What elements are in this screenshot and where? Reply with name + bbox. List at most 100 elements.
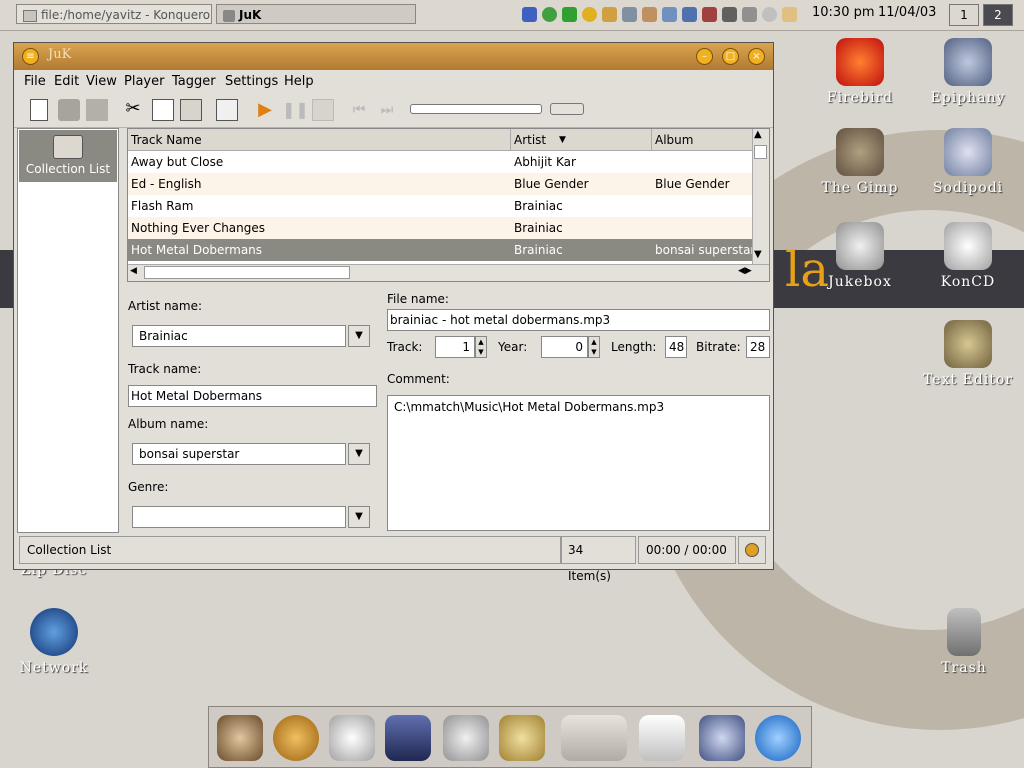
smiley-tray-icon[interactable] (582, 7, 597, 22)
note-tray-icon[interactable] (682, 7, 697, 22)
check-tray-icon[interactable] (562, 7, 577, 22)
eye-tray-icon[interactable] (762, 7, 777, 22)
desktop-icon-koncd[interactable]: KonCD (918, 222, 1018, 290)
spider-icon[interactable] (273, 715, 319, 761)
desktop-icon-jukebox[interactable]: Jukebox (810, 222, 910, 290)
album-dropdown-icon[interactable]: ▼ (348, 443, 370, 465)
menu-tagger[interactable]: Tagger (172, 74, 216, 89)
length-value: 48 (665, 336, 687, 358)
refresh-tray-icon[interactable] (542, 7, 557, 22)
table-row[interactable]: Flash Ram Brainiac (128, 195, 754, 217)
desktop-icon-firebird[interactable]: Firebird (810, 38, 910, 106)
track-position-slider[interactable] (410, 104, 542, 114)
scroll-left-arrow-icon[interactable]: ◀ (130, 266, 137, 276)
stop-icon[interactable] (312, 99, 334, 121)
gear-tray-icon[interactable] (602, 7, 617, 22)
window-menu-icon[interactable]: ≡ (22, 48, 39, 65)
pause-icon[interactable]: ❚❚ (282, 99, 309, 121)
track-spin-arrows-icon[interactable]: ▲ ▼ (475, 336, 487, 358)
paste-icon[interactable] (180, 99, 202, 121)
new-playlist-icon[interactable] (30, 99, 48, 121)
menu-edit[interactable]: Edit (54, 74, 79, 89)
previous-track-icon[interactable]: ⏮ (348, 99, 370, 121)
save-icon[interactable] (86, 99, 108, 121)
monkey-icon[interactable] (217, 715, 263, 761)
clock-time[interactable]: 10:30 pm (812, 5, 875, 20)
package-tray-icon[interactable] (642, 7, 657, 22)
cut-icon[interactable]: ✂ (122, 99, 144, 121)
menu-file[interactable]: File (24, 74, 46, 89)
show-tag-editor-icon[interactable] (216, 99, 238, 121)
taskbar-button-juk[interactable]: JuK (216, 4, 416, 24)
year-spin-arrows-icon[interactable]: ▲ ▼ (588, 336, 600, 358)
desktop-icon-gimp[interactable]: The Gimp (810, 128, 910, 196)
menu-settings[interactable]: Settings (225, 74, 278, 89)
scrollbar-thumb[interactable] (754, 145, 767, 159)
column-header-album[interactable]: Album (652, 129, 754, 151)
copy-icon[interactable] (152, 99, 174, 121)
desktop-icon-epiphany[interactable]: Epiphany (918, 38, 1018, 106)
maximize-button[interactable]: □ (722, 48, 739, 65)
clock-date[interactable]: 11/04/03 (878, 5, 936, 20)
track-name-field[interactable]: Hot Metal Dobermans (128, 385, 377, 407)
table-row[interactable]: Ed - English Blue Gender Blue Gender (128, 173, 754, 195)
menu-help[interactable]: Help (284, 74, 314, 89)
minimize-button[interactable]: – (696, 48, 713, 65)
open-folder-icon[interactable] (58, 99, 80, 121)
disk-tray-icon[interactable] (662, 7, 677, 22)
menu-view[interactable]: View (86, 74, 117, 89)
desktop-icon-network[interactable]: Network (4, 608, 104, 676)
desktop-switch-2[interactable]: 2 (983, 4, 1013, 26)
gnome-foot-icon[interactable] (699, 715, 745, 761)
column-header-track-name[interactable]: Track Name (128, 129, 511, 151)
genre-combo[interactable] (132, 506, 346, 528)
menu-player[interactable]: Player (124, 74, 164, 89)
desktop-icon-trash[interactable]: Trash (914, 608, 1014, 676)
next-track-icon[interactable]: ⏭ (376, 99, 398, 121)
paint-icon[interactable] (499, 715, 545, 761)
desktop-icon-label: Jukebox (828, 274, 892, 290)
sidebar-item-collection-list[interactable]: Collection List (19, 130, 117, 182)
close-button[interactable]: × (748, 48, 765, 65)
play-icon[interactable]: ▶ (254, 99, 276, 121)
artist-name-combo[interactable]: Brainiac (132, 325, 346, 347)
device-tray-icon[interactable] (722, 7, 737, 22)
scroll-down-arrow-icon[interactable]: ▼ (754, 249, 762, 260)
vertical-scrollbar[interactable]: ▲ ▼ (752, 129, 769, 265)
table-row[interactable]: Away but Close Abhijit Kar (128, 151, 754, 173)
table-row[interactable]: Nothing Ever Changes Brainiac (128, 217, 754, 239)
artist-dropdown-icon[interactable]: ▼ (348, 325, 370, 347)
mail-icon[interactable] (329, 715, 375, 761)
volume-slider[interactable] (550, 103, 584, 115)
mozilla-tray-icon[interactable] (522, 7, 537, 22)
desktop-icon-text-editor[interactable]: Text Editor (918, 320, 1018, 388)
comment-textarea[interactable]: C:\mmatch\Music\Hot Metal Dobermans.mp3 (387, 395, 770, 531)
tray-icon[interactable] (742, 7, 757, 22)
taskbar-button-konqueror[interactable]: file:/home/yavitz - Konqueror (16, 4, 212, 24)
desktop-icon-sodipodi[interactable]: Sodipodi (918, 128, 1018, 196)
jump-to-playing-button[interactable] (738, 536, 766, 564)
scroll-up-arrow-icon[interactable]: ▲ (754, 129, 762, 140)
title-bar[interactable]: ≡ JuK – □ × (14, 43, 773, 70)
scrollbar-thumb[interactable] (144, 266, 350, 279)
horizontal-scrollbar[interactable]: ◀ ◀▶ (128, 264, 769, 281)
table-row-selected[interactable]: Hot Metal Dobermans Brainiac bonsai supe… (128, 239, 754, 261)
sidebar-item-label: Collection List (25, 162, 111, 176)
track-number-spinbox[interactable]: 1 (435, 336, 475, 358)
edit-tray-icon[interactable] (782, 7, 797, 22)
tools-icon[interactable] (443, 715, 489, 761)
clipboard-icon[interactable] (561, 715, 627, 761)
window-icon[interactable] (639, 715, 685, 761)
monitor-tray-icon[interactable] (622, 7, 637, 22)
column-header-artist[interactable]: Artist ▼ (511, 129, 652, 151)
scroll-right-arrow-icon[interactable]: ◀▶ (738, 266, 752, 276)
desktop-icon-label: The Gimp (821, 180, 899, 196)
album-name-combo[interactable]: bonsai superstar (132, 443, 346, 465)
chart-tray-icon[interactable] (702, 7, 717, 22)
file-name-field[interactable]: brainiac - hot metal dobermans.mp3 (387, 309, 770, 331)
genre-dropdown-icon[interactable]: ▼ (348, 506, 370, 528)
year-spinbox[interactable]: 0 (541, 336, 588, 358)
terminal-icon[interactable] (385, 715, 431, 761)
ximian-icon[interactable] (755, 715, 801, 761)
desktop-switch-1[interactable]: 1 (949, 4, 979, 26)
